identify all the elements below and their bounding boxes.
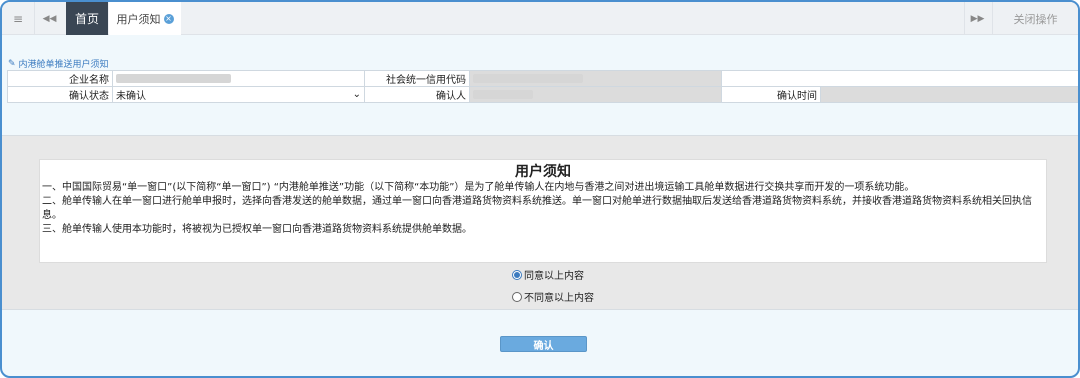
company-label: 企业名称 bbox=[7, 70, 113, 87]
notice-line-3: 三、舱单传输人使用本功能时，将被视为已授权单一窗口向香港道路货物资料系统提供舱单… bbox=[42, 224, 472, 235]
credit-code-label: 社会统一信用代码 bbox=[364, 70, 470, 87]
tab-bar: ≡ ◀◀ 首页 用户须知 × ▶▶ 关闭操作 bbox=[2, 2, 1078, 35]
close-operations-button[interactable]: 关闭操作 bbox=[992, 2, 1078, 35]
confirm-time-label: 确认时间 bbox=[721, 86, 821, 103]
notice-area: 用户须知 一、中国国际贸易“单一窗口”(以下简称“单一窗口”) “内港舱单推送”… bbox=[2, 135, 1078, 310]
notice-line-2: 二、舱单传输人在单一窗口进行舱单申报时，选择向香港发送的舱单数据，通过单一窗口向… bbox=[42, 196, 1032, 221]
status-label: 确认状态 bbox=[7, 86, 113, 103]
tab-home[interactable]: 首页 bbox=[66, 2, 108, 35]
redacted-credit-code bbox=[473, 73, 583, 83]
scroll-right-icon[interactable]: ▶▶ bbox=[964, 2, 990, 35]
notice-box: 用户须知 一、中国国际贸易“单一窗口”(以下简称“单一窗口”) “内港舱单推送”… bbox=[39, 159, 1047, 263]
confirmer-label: 确认人 bbox=[364, 86, 470, 103]
confirmer-value bbox=[469, 86, 722, 103]
status-value: 未确认 bbox=[116, 91, 146, 102]
edit-icon: ✎ bbox=[8, 58, 16, 69]
radio-checked-icon[interactable] bbox=[512, 269, 522, 280]
notice-title: 用户须知 bbox=[515, 164, 571, 180]
status-select[interactable]: 未确认 ⌄ bbox=[112, 86, 365, 103]
redacted-confirmer bbox=[473, 89, 533, 99]
scroll-left-icon[interactable]: ◀◀ bbox=[34, 2, 64, 35]
empty-cell bbox=[721, 70, 1078, 87]
menu-icon[interactable]: ≡ bbox=[2, 2, 34, 35]
close-icon[interactable]: × bbox=[163, 13, 174, 24]
app-frame: ≡ ◀◀ 首页 用户须知 × ▶▶ 关闭操作 ✎ 内港舱单推送用户须知 企业名称… bbox=[0, 0, 1080, 378]
tab-user-notice-label: 用户须知 bbox=[116, 12, 161, 26]
redacted-company bbox=[116, 73, 231, 83]
credit-code-value bbox=[469, 70, 722, 87]
disagree-radio[interactable]: 不同意以上内容 bbox=[512, 289, 594, 304]
agree-radio[interactable]: 同意以上内容 bbox=[512, 267, 584, 282]
chevron-down-icon: ⌄ bbox=[352, 89, 361, 100]
info-table: 企业名称 社会统一信用代码 确认状态 未确认 ⌄ 确认人 确认时间 bbox=[7, 70, 1078, 103]
section-title: ✎ 内港舱单推送用户须知 bbox=[8, 57, 109, 71]
company-value bbox=[112, 70, 365, 87]
notice-line-1: 一、中国国际贸易“单一窗口”(以下简称“单一窗口”) “内港舱单推送”功能（以下… bbox=[42, 182, 915, 193]
agree-label: 同意以上内容 bbox=[524, 271, 584, 282]
section-title-text: 内港舱单推送用户须知 bbox=[18, 60, 109, 70]
confirm-button[interactable]: 确认 bbox=[500, 336, 587, 352]
tab-user-notice[interactable]: 用户须知 × bbox=[109, 2, 181, 35]
radio-unchecked-icon[interactable] bbox=[512, 291, 522, 302]
confirm-time-value bbox=[820, 86, 1078, 103]
disagree-label: 不同意以上内容 bbox=[524, 293, 594, 304]
